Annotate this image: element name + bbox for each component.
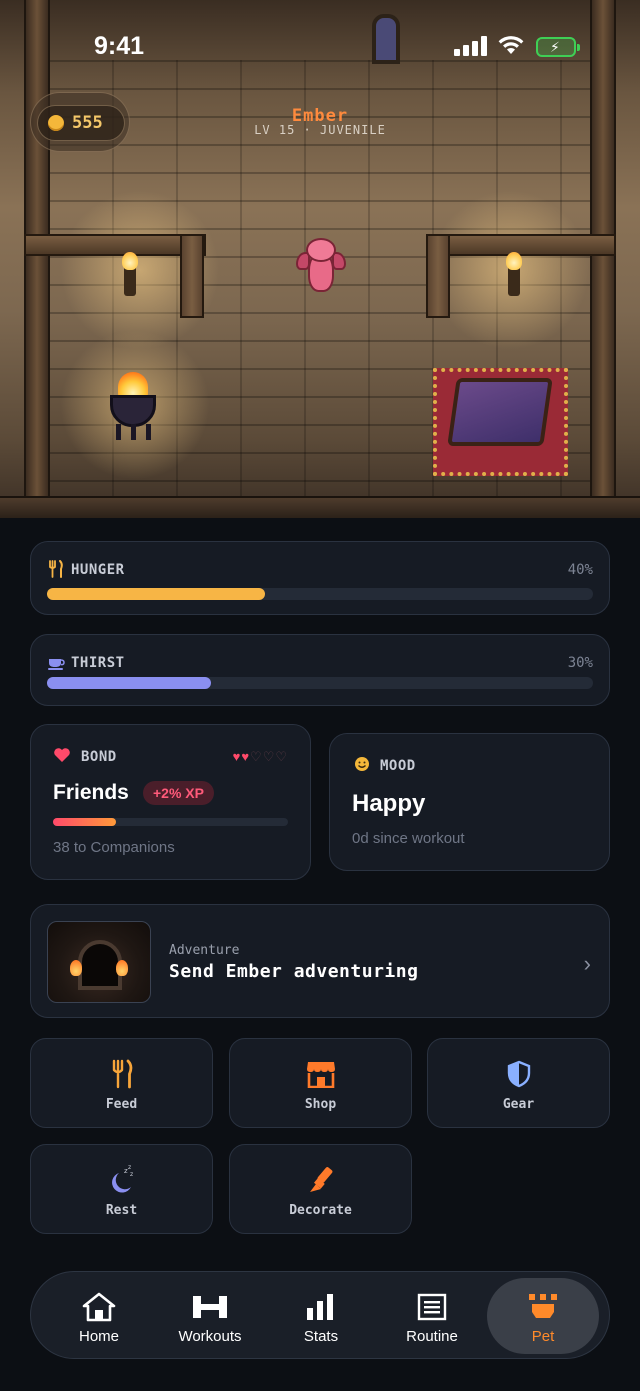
list-icon: [417, 1293, 447, 1321]
gear-label: Gear: [502, 1097, 535, 1112]
paw-icon: [529, 1294, 557, 1318]
thirst-track: [47, 677, 593, 689]
thirst-card: THIRST 30%: [30, 634, 610, 706]
tab-workouts-label: Workouts: [178, 1328, 242, 1345]
wood-post-right: [426, 234, 450, 318]
bond-heart-icon: ♥: [232, 749, 242, 764]
wood-pillar-right: [590, 0, 616, 518]
mood-card[interactable]: MOOD Happy 0d since workout: [329, 733, 610, 871]
hunger-fill: [47, 588, 266, 600]
cave-thumbnail: [47, 921, 151, 1003]
bond-heart-icon: ♡: [275, 749, 288, 764]
fork-knife-icon: [49, 560, 63, 578]
cave-fire: [116, 960, 128, 976]
bond-level-name: Friends: [53, 781, 129, 804]
bond-label: BOND: [81, 749, 117, 765]
bed[interactable]: [447, 378, 553, 446]
dumbbell-icon: [193, 1296, 227, 1318]
xp-bonus-badge: +2% XP: [143, 781, 214, 805]
shield-icon: [507, 1060, 530, 1088]
mood-label: MOOD: [380, 758, 416, 774]
bar-chart-icon: [307, 1294, 333, 1320]
bond-heart-icon: ♥: [241, 749, 251, 764]
adventure-title: Send Ember adventuring: [169, 961, 419, 982]
wood-pillar-left: [24, 0, 50, 518]
brazier-leg: [146, 424, 151, 440]
pet-dragon[interactable]: [296, 238, 346, 298]
rest-label: Rest: [105, 1203, 138, 1218]
bond-next-level: 38 to Companions: [53, 839, 175, 856]
cave-fire: [70, 960, 82, 976]
wood-post-left: [180, 234, 204, 318]
shop-button[interactable]: Shop: [229, 1038, 412, 1128]
floor-trim: [0, 496, 640, 518]
tab-workouts[interactable]: Workouts: [154, 1278, 266, 1354]
moon-sleep-icon: z z z: [111, 1164, 133, 1193]
svg-text:z: z: [128, 1164, 131, 1171]
pet-level: LV 15 · JUVENILE: [254, 123, 386, 137]
rest-button[interactable]: z z z Rest: [30, 1144, 213, 1234]
bond-hearts: ♥♥♡♡♡: [233, 749, 288, 765]
thirst-fill: [47, 677, 211, 689]
tab-pet-label: Pet: [531, 1328, 555, 1345]
hunger-percent: 40%: [567, 562, 593, 578]
thirst-label: THIRST: [71, 655, 125, 671]
brush-icon: [309, 1167, 332, 1192]
hunger-card: HUNGER 40%: [30, 541, 610, 615]
battery-icon: ⚡: [536, 37, 580, 57]
status-time: 9:41: [94, 32, 145, 60]
decorate-label: Decorate: [289, 1203, 352, 1218]
hunger-track: [47, 588, 593, 600]
tab-pet[interactable]: Pet: [487, 1278, 599, 1354]
bond-fill: [53, 818, 117, 826]
bond-card[interactable]: BOND ♥♥♡♡♡ Friends +2% XP 38 to Companio…: [30, 724, 311, 880]
bond-heart-icon: ♡: [262, 749, 276, 764]
svg-text:z: z: [130, 1171, 133, 1178]
hunger-label: HUNGER: [71, 562, 125, 578]
wood-beam-left: [24, 234, 206, 256]
castle-window: [372, 14, 400, 64]
smiley-icon: [355, 757, 369, 771]
wall-torch-left: [122, 252, 138, 296]
bond-track: [53, 818, 288, 826]
feed-label: Feed: [105, 1097, 138, 1112]
adventure-card[interactable]: Adventure Send Ember adventuring ›: [30, 904, 610, 1018]
brazier-leg: [116, 424, 121, 440]
wall-torch-right: [506, 252, 522, 296]
wifi-icon: [498, 36, 524, 54]
cup-icon: [48, 659, 65, 670]
tab-bar: Home Workouts Stats Routine Pet: [30, 1271, 610, 1359]
tab-home[interactable]: Home: [43, 1278, 155, 1354]
fork-knife-icon: [112, 1059, 132, 1089]
tab-stats[interactable]: Stats: [265, 1278, 377, 1354]
feed-button[interactable]: Feed: [30, 1038, 213, 1128]
bond-heart-icon: ♡: [250, 749, 263, 764]
dragon-head: [306, 238, 336, 262]
cellular-signal-icon: [454, 36, 488, 56]
home-icon: [82, 1292, 116, 1322]
mood-value: Happy: [352, 790, 426, 817]
adventure-eyebrow: Adventure: [169, 943, 240, 958]
thirst-percent: 30%: [567, 655, 593, 671]
gear-button[interactable]: Gear: [427, 1038, 610, 1128]
pet-room-scene: [0, 0, 640, 518]
chevron-right-icon: ›: [583, 951, 591, 976]
wood-beam-right: [426, 234, 616, 256]
brazier-leg: [131, 424, 136, 440]
tab-routine-label: Routine: [406, 1328, 458, 1345]
mood-since-workout: 0d since workout: [352, 830, 465, 847]
shop-label: Shop: [304, 1097, 337, 1112]
heart-icon: [54, 748, 70, 762]
tab-routine[interactable]: Routine: [376, 1278, 488, 1354]
shop-icon: [306, 1062, 335, 1088]
decorate-button[interactable]: Decorate: [229, 1144, 412, 1234]
tab-home-label: Home: [78, 1328, 119, 1345]
tab-stats-label: Stats: [303, 1328, 339, 1345]
